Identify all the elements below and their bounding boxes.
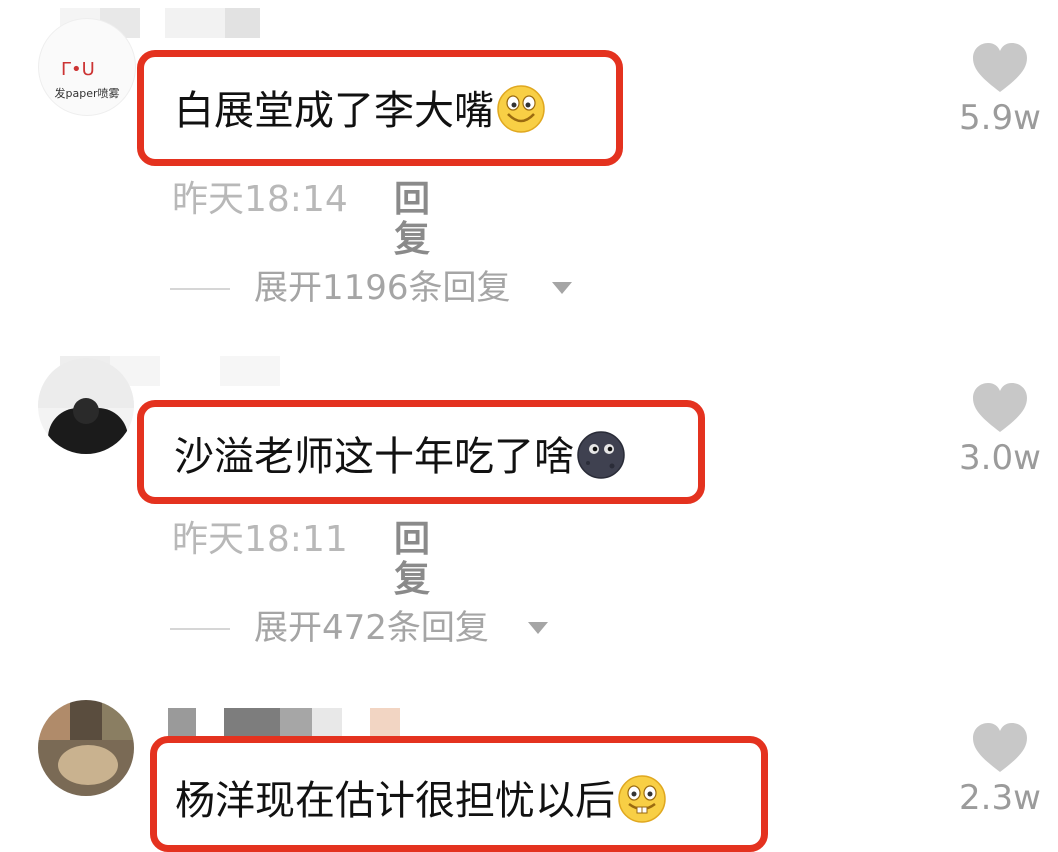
expand-replies-label: 展开472条回复: [254, 608, 489, 648]
new-moon-face-icon: [577, 431, 625, 479]
comment-highlight-box: 杨洋现在估计很担忧以后: [150, 736, 768, 852]
chevron-down-icon: [528, 622, 548, 634]
comment-meta: 昨天18:14 回复: [172, 179, 430, 260]
avatar-caption: 发paper喷雾: [54, 87, 120, 100]
heart-icon: [973, 383, 1027, 432]
expand-replies-button[interactable]: 展开1196条回复: [170, 268, 590, 308]
comment-text: 杨洋现在估计很担忧以后: [175, 775, 667, 828]
grinning-face-icon: [497, 85, 545, 133]
comment-meta: 昨天18:11 回复: [172, 519, 430, 600]
comment-time: 昨天18:11: [172, 519, 348, 560]
expand-replies-button[interactable]: 展开472条回复: [170, 608, 570, 648]
like-button[interactable]: 5.9w: [955, 42, 1045, 138]
comment-highlight-box: 沙溢老师这十年吃了啥: [137, 400, 705, 504]
avatar[interactable]: ᒥ•ᑌ 发paper喷雾: [38, 18, 136, 116]
reply-button[interactable]: 回复: [394, 520, 430, 600]
like-button[interactable]: 2.3w: [955, 722, 1045, 818]
divider-dash: [170, 628, 230, 630]
divider-dash: [170, 288, 230, 290]
comment-content: 白展堂成了李大嘴: [174, 88, 494, 134]
comment-time: 昨天18:14: [172, 179, 348, 220]
comment-text: 沙溢老师这十年吃了啥: [174, 431, 626, 484]
like-count: 3.0w: [959, 438, 1041, 478]
buck-teeth-face-icon: [618, 775, 666, 823]
reply-button[interactable]: 回复: [394, 180, 430, 260]
expand-replies-label: 展开1196条回复: [254, 268, 511, 308]
like-count: 5.9w: [959, 98, 1041, 138]
comment-text: 白展堂成了李大嘴: [174, 85, 546, 138]
heart-icon: [973, 43, 1027, 92]
like-count: 2.3w: [959, 778, 1041, 818]
avatar-logo-mark: ᒥ•ᑌ: [61, 59, 95, 80]
comment-content: 杨洋现在估计很担忧以后: [175, 778, 615, 824]
comment-highlight-box: 白展堂成了李大嘴: [137, 50, 623, 166]
like-button[interactable]: 3.0w: [955, 382, 1045, 478]
avatar[interactable]: [38, 358, 134, 454]
avatar[interactable]: [38, 700, 134, 796]
comment-content: 沙溢老师这十年吃了啥: [174, 434, 574, 480]
username-blurred: [160, 708, 400, 738]
heart-icon: [973, 723, 1027, 772]
chevron-down-icon: [552, 282, 572, 294]
